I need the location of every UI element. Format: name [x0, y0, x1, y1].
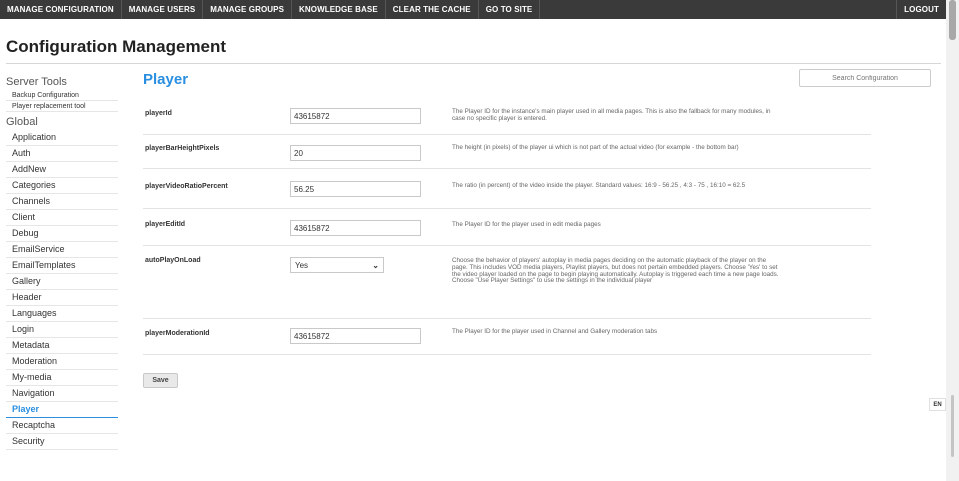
sidebar-item-login[interactable]: Login	[6, 322, 118, 338]
sidebar-item-emailtemplates[interactable]: EmailTemplates	[6, 258, 118, 274]
field-label: autoPlayOnLoad	[145, 257, 201, 264]
field-description: The Player ID for the player used in edi…	[452, 221, 601, 228]
sidebar-item-player[interactable]: Player	[6, 402, 118, 418]
playereditid-input[interactable]	[290, 220, 421, 236]
field-description: The ratio (in percent) of the video insi…	[452, 182, 746, 189]
sidebar-tool-backup-configuration[interactable]: Backup Configuration	[6, 90, 118, 101]
sidebar-item-moderation[interactable]: Moderation	[6, 354, 118, 370]
sidebar-item-languages[interactable]: Languages	[6, 306, 118, 322]
playerbarheightpixels-input[interactable]	[290, 145, 421, 161]
scrollbar-thumb[interactable]	[949, 0, 956, 40]
chevron-down-icon: ⌄	[372, 260, 379, 270]
sidebar-server-tools-title: Server Tools	[6, 76, 67, 88]
sidebar-item-recaptcha[interactable]: Recaptcha	[6, 418, 118, 434]
sidebar: Server Tools Backup Configuration Player…	[6, 74, 118, 450]
field-description: Choose the behavior of players' autoplay…	[452, 257, 779, 285]
config-row-playerid: playerId The Player ID for the instance'…	[143, 101, 871, 135]
sidebar-item-auth[interactable]: Auth	[6, 146, 118, 162]
config-row-playerbarheightpixels: playerBarHeightPixels The height (in pix…	[143, 135, 871, 169]
sidebar-item-navigation[interactable]: Navigation	[6, 386, 118, 402]
save-button[interactable]: Save	[143, 373, 178, 388]
sidebar-item-application[interactable]: Application	[6, 130, 118, 146]
sidebar-item-gallery[interactable]: Gallery	[6, 274, 118, 290]
sidebar-item-addnew[interactable]: AddNew	[6, 162, 118, 178]
field-label: playerEditId	[145, 221, 186, 228]
sidebar-item-debug[interactable]: Debug	[6, 226, 118, 242]
sidebar-item-emailservice[interactable]: EmailService	[6, 242, 118, 258]
playermoderationid-input[interactable]	[290, 328, 421, 344]
select-value: Yes	[295, 260, 309, 270]
field-description: The Player ID for the player used in Cha…	[452, 328, 658, 335]
field-description: The height (in pixels) of the player ui …	[452, 144, 739, 151]
autoplayonload-select[interactable]: Yes ⌄	[290, 257, 384, 273]
field-label: playerVideoRatioPercent	[145, 183, 228, 190]
top-navigation-bar: MANAGE CONFIGURATION MANAGE USERS MANAGE…	[0, 0, 946, 19]
config-row-playervideoratiopercent: playerVideoRatioPercent The ratio (in pe…	[143, 169, 871, 209]
sidebar-item-header[interactable]: Header	[6, 290, 118, 306]
config-row-playermoderationid: playerModerationId The Player ID for the…	[143, 319, 871, 355]
playervideoratiopercent-input[interactable]	[290, 181, 421, 197]
sidebar-item-categories[interactable]: Categories	[6, 178, 118, 194]
nav-go-to-site[interactable]: GO TO SITE	[479, 0, 541, 19]
field-description: The Player ID for the instance's main pl…	[452, 108, 771, 122]
sidebar-item-metadata[interactable]: Metadata	[6, 338, 118, 354]
config-row-playereditid: playerEditId The Player ID for the playe…	[143, 209, 871, 246]
field-label: playerBarHeightPixels	[145, 145, 220, 152]
nav-manage-groups[interactable]: MANAGE GROUPS	[203, 0, 293, 19]
field-label: playerId	[145, 110, 172, 117]
scrollbar-track-marker	[951, 395, 954, 457]
section-title: Player	[143, 71, 189, 88]
language-badge[interactable]: EN	[929, 398, 946, 411]
page-title: Configuration Management	[6, 37, 227, 56]
nav-manage-users[interactable]: MANAGE USERS	[122, 0, 204, 19]
sidebar-item-channels[interactable]: Channels	[6, 194, 118, 210]
nav-clear-the-cache[interactable]: CLEAR THE CACHE	[386, 0, 479, 19]
nav-knowledge-base[interactable]: KNOWLEDGE BASE	[292, 0, 386, 19]
nav-manage-configuration[interactable]: MANAGE CONFIGURATION	[0, 0, 122, 19]
field-label: playerModerationId	[145, 330, 210, 337]
config-row-autoplayonload: autoPlayOnLoad Yes ⌄ Choose the behavior…	[143, 246, 871, 319]
sidebar-tool-player-replacement[interactable]: Player replacement tool	[6, 101, 118, 112]
page-scrollbar[interactable]	[946, 0, 959, 481]
title-divider	[6, 63, 941, 64]
playerid-input[interactable]	[290, 108, 421, 124]
sidebar-item-my-media[interactable]: My-media	[6, 370, 118, 386]
nav-logout[interactable]: LOGOUT	[896, 0, 946, 19]
sidebar-item-security[interactable]: Security	[6, 434, 118, 450]
sidebar-item-client[interactable]: Client	[6, 210, 118, 226]
search-configuration-input[interactable]	[799, 69, 931, 87]
sidebar-global-title: Global	[6, 116, 38, 128]
